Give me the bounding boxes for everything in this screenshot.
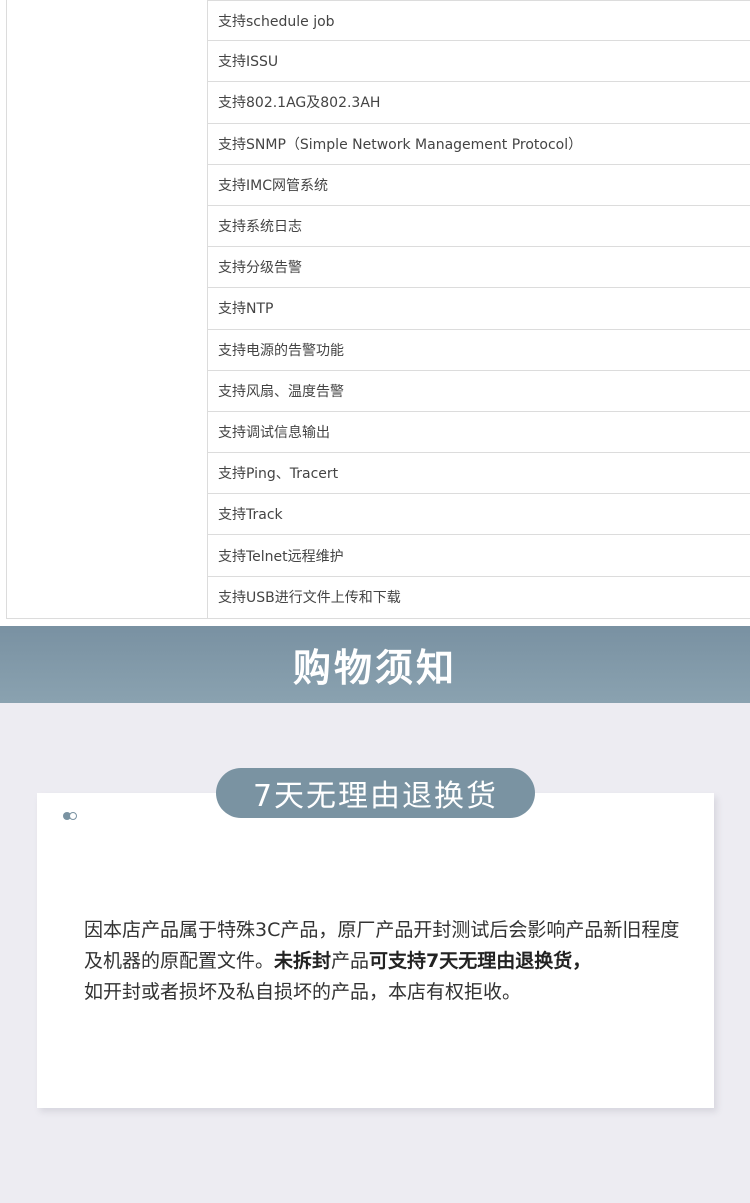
banner-title: 购物须知 <box>292 646 457 690</box>
spec-section: 支持schedule job 支持ISSU 支持802.1AG及802.3AH … <box>0 0 750 626</box>
return-policy-pill: 7天无理由退换货 <box>216 768 535 818</box>
toggle-dots-icon <box>63 812 79 820</box>
spec-row: 支持Telnet远程维护 <box>208 535 750 577</box>
spec-row: 支持802.1AG及802.3AH <box>208 82 750 124</box>
notice-bold-return: 可支持7天无理由退换货， <box>369 950 592 972</box>
spec-row: 支持分级告警 <box>208 247 750 289</box>
spec-table: 支持schedule job 支持ISSU 支持802.1AG及802.3AH … <box>6 0 750 619</box>
spec-row: 支持系统日志 <box>208 206 750 248</box>
spec-row: 支持USB进行文件上传和下载 <box>218 590 401 607</box>
shopping-notice-banner: 购物须知 <box>0 626 750 703</box>
notice-card: 因本店产品属于特殊3C产品，原厂产品开封测试后会影响产品新旧程度及机器的原配置文… <box>37 793 714 1108</box>
spec-row: 支持Ping、Tracert <box>208 453 750 495</box>
spec-row: 支持SNMP（Simple Network Management Protoco… <box>208 124 750 165</box>
notice-bold-unopened: 未拆封 <box>274 950 332 972</box>
spec-rows: 支持schedule job 支持ISSU 支持802.1AG及802.3AH … <box>208 0 750 618</box>
spec-row: 支持IMC网管系统 <box>208 165 750 206</box>
spec-row: 支持风扇、温度告警 <box>208 371 750 412</box>
spec-row: 支持调试信息输出 <box>208 412 750 454</box>
spec-row: 支持Track <box>208 494 750 536</box>
spec-row: 支持ISSU <box>208 41 750 83</box>
notice-paragraph: 因本店产品属于特殊3C产品，原厂产品开封测试后会影响产品新旧程度及机器的原配置文… <box>84 915 684 1008</box>
notice-text-part: 产品 <box>331 950 370 972</box>
spec-category-cell <box>7 0 208 618</box>
dot-outline-icon <box>69 812 77 820</box>
notice-text-part: 如开封或者损坏及私自损坏的产品，本店有权拒收。 <box>84 981 522 1003</box>
notice-area: 7天无理由退换货 因本店产品属于特殊3C产品，原厂产品开封测试后会影响产品新旧程… <box>0 703 750 1203</box>
spec-row: 支持schedule job <box>208 0 750 42</box>
spec-row: 支持NTP <box>208 288 750 330</box>
spec-row: 支持电源的告警功能 <box>208 330 750 371</box>
